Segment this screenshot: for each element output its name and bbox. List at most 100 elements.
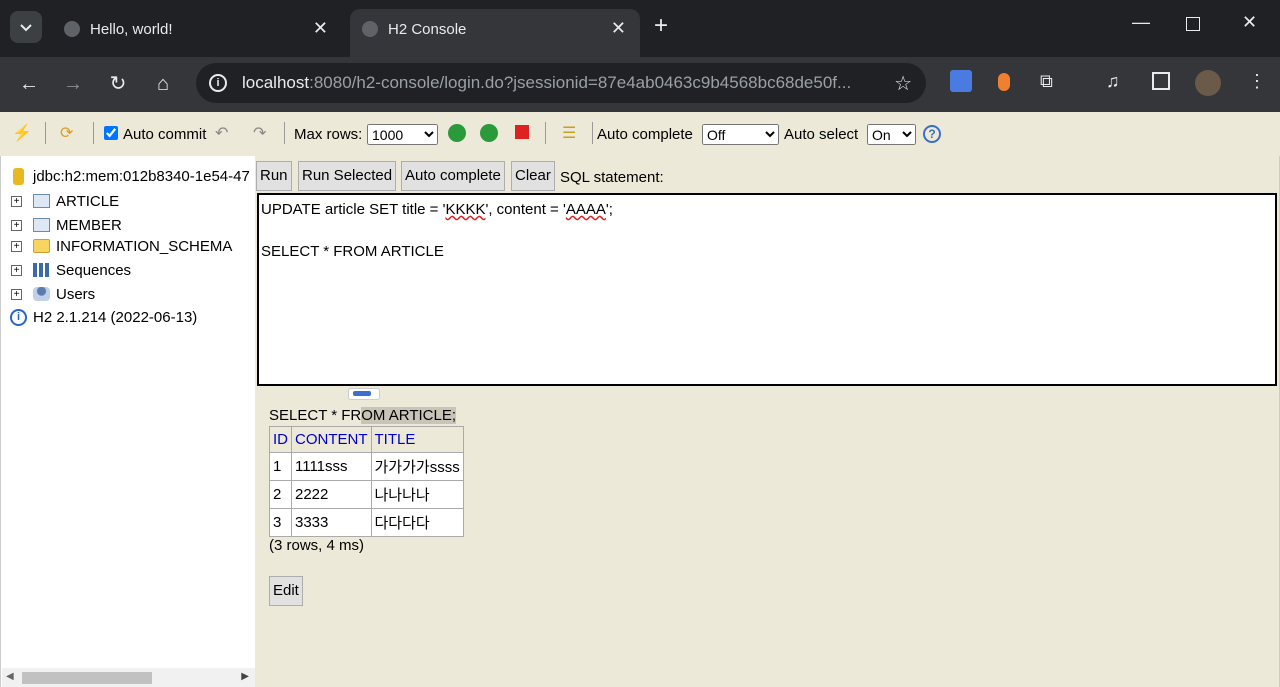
max-rows-label: Max rows: [294,126,363,143]
table-row: 1 1111sss 가가가가ssss [269,452,464,481]
menu-kebab-icon[interactable]: ⋮ [1248,71,1266,92]
handle-bar [353,391,371,396]
run-selected-icon[interactable] [480,124,498,142]
max-rows-select[interactable]: 1000 [367,124,438,145]
folder-icon [33,239,50,253]
chevron-down-icon [20,24,32,32]
auto-commit-checkbox[interactable] [104,126,118,140]
auto-select-label: Auto select [784,126,859,143]
users-icon [33,287,50,301]
database-icon [13,168,24,185]
extension-icon[interactable] [998,73,1010,91]
scroll-right-icon[interactable]: ▶ [241,671,249,682]
url-text[interactable]: localhost:8080/h2-console/login.do?jsess… [242,73,851,93]
horizontal-scrollbar[interactable]: ◀ ▶ [2,668,255,687]
bookmark-star-icon[interactable]: ☆ [894,71,912,96]
site-info-icon[interactable]: i [209,74,227,92]
tree-item-label: Users [56,286,96,303]
sql-statement-label: SQL statement: [560,169,664,186]
column-header[interactable]: ID [269,426,292,453]
expand-icon[interactable]: + [11,265,22,276]
browser-toolbar: ← → ↻ ⌂ i localhost:8080/h2-console/logi… [0,57,1280,112]
run-selected-button[interactable]: Run Selected [298,161,397,191]
run-icon[interactable] [448,124,466,142]
table-cell: 2222 [291,480,372,509]
table-icon [33,218,50,232]
sql-editor[interactable]: UPDATE article SET title = 'KKKK', conte… [257,193,1277,386]
tree-item-label: Sequences [56,262,132,279]
close-icon[interactable]: ✕ [313,18,328,39]
rollback-icon[interactable]: ↷ [253,123,266,143]
resize-handle[interactable] [348,388,380,400]
auto-commit-label: Auto commit [123,126,207,143]
query-panel: Run Run Selected Auto complete Clear SQL… [255,156,1280,687]
address-bar[interactable]: i localhost:8080/h2-console/login.do?jse… [196,63,926,103]
separator [93,122,94,144]
tree-item-label: ARTICLE [56,193,120,210]
schema-tree: jdbc:h2:mem:012b8340-1e54-47 + ARTICLE +… [0,156,255,687]
maximize-icon[interactable] [1186,17,1200,31]
version-text: H2 2.1.214 (2022-06-13) [33,309,198,326]
forward-icon[interactable]: → [58,69,88,99]
h2-toolbar: ⚡ ⟳ Auto commit ↶ ↷ Max rows: 1000 ☰ Aut… [0,112,1280,156]
avatar[interactable] [1195,70,1221,96]
separator [592,122,593,144]
tree-item-label: INFORMATION_SCHEMA [56,238,233,255]
expand-icon[interactable]: + [11,220,22,231]
auto-complete-select[interactable]: Off [702,124,779,145]
expand-icon[interactable]: + [11,289,22,300]
close-window-icon[interactable]: ✕ [1242,12,1257,33]
tab-hello-world[interactable]: Hello, world! ✕ [52,9,342,57]
clear-button[interactable]: Clear [511,161,555,191]
media-control-icon[interactable]: ♫ [1106,71,1120,92]
separator [545,122,546,144]
edit-button[interactable]: Edit [269,576,303,606]
column-header[interactable]: TITLE [370,426,464,453]
column-header[interactable]: CONTENT [291,426,372,453]
side-panel-icon[interactable] [1152,72,1170,90]
table-cell: 2 [269,480,292,509]
extensions-puzzle-icon[interactable]: ⧉ [1040,71,1053,92]
separator [284,122,285,144]
table-row: 3 3333 다다다다 [269,508,464,537]
globe-icon [64,21,80,37]
reload-icon[interactable]: ↻ [103,69,133,99]
result-table: ID CONTENT TITLE 1 1111sss 가가가가ssss 2 22… [269,426,464,537]
auto-complete-button[interactable]: Auto complete [401,161,505,191]
separator [45,122,46,144]
back-icon[interactable]: ← [14,69,44,99]
result-statement: SELECT * FROM ARTICLE; [269,407,456,424]
table-cell: 가가가가ssss [370,452,464,481]
run-button[interactable]: Run [256,161,292,191]
commit-icon[interactable]: ↶ [215,123,228,143]
row-count: (3 rows, 4 ms) [269,537,365,554]
minimize-icon[interactable]: — [1132,12,1150,33]
home-icon[interactable]: ⌂ [148,69,178,99]
table-cell: 3333 [291,508,372,537]
tree-item-label: MEMBER [56,217,122,234]
tab-search-button[interactable] [10,11,42,43]
new-tab-button[interactable]: + [654,14,668,38]
refresh-icon[interactable]: ⟳ [60,123,73,143]
browser-tab-strip: Hello, world! ✕ H2 Console ✕ + — ✕ [0,0,1280,57]
expand-icon[interactable]: + [11,196,22,207]
connection-url: jdbc:h2:mem:012b8340-1e54-47 [33,168,250,185]
stop-icon[interactable] [515,125,529,139]
scroll-left-icon[interactable]: ◀ [6,671,14,682]
tab-title: H2 Console [388,21,467,38]
scrollbar-thumb[interactable] [22,672,152,684]
tab-h2-console[interactable]: H2 Console ✕ [350,9,640,57]
table-header-row: ID CONTENT TITLE [269,426,464,453]
tab-title: Hello, world! [90,21,173,38]
translate-extension-icon[interactable] [950,70,972,92]
table-cell: 1111sss [291,452,372,481]
help-icon[interactable]: ? [923,125,941,143]
table-row: 2 2222 나나나나 [269,480,464,509]
disconnect-icon[interactable]: ⚡ [12,123,32,143]
auto-select-select[interactable]: On [867,124,916,145]
info-icon: i [10,309,27,326]
expand-icon[interactable]: + [11,241,22,252]
close-icon[interactable]: ✕ [611,18,626,39]
history-icon[interactable]: ☰ [562,123,576,143]
table-icon [33,194,50,208]
